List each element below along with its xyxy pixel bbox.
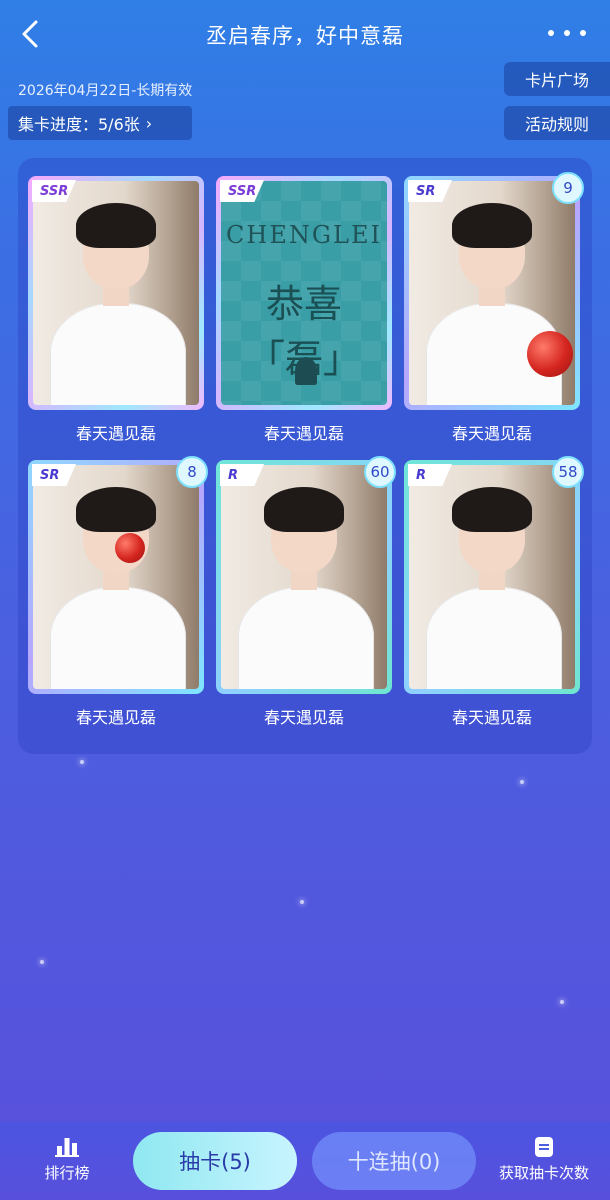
card-label: 春天遇见磊 <box>75 424 156 443</box>
card-count-badge: 9 <box>552 172 584 204</box>
card-count-badge: 58 <box>552 456 584 488</box>
card-item[interactable]: SR 8 <box>28 456 208 694</box>
bell-icon <box>295 357 317 385</box>
card-count-badge: 60 <box>364 456 396 488</box>
card-label: 春天遇见磊 <box>451 708 532 727</box>
ranking-button[interactable]: 排行榜 <box>22 1136 112 1183</box>
draw-ten-button[interactable]: 十连抽(0) <box>312 1132 476 1190</box>
validity-date: 2026年04月22日-长期有效 <box>18 83 193 99</box>
card-photo <box>33 465 199 689</box>
card-collection-panel: SSR 春天遇见磊 CHENGLEI 恭喜「磊」 SSR 春天遇见磊 SR 9 … <box>18 158 592 754</box>
card-item[interactable]: SR 9 <box>404 172 584 410</box>
card-label: 春天遇见磊 <box>451 424 532 443</box>
card-label: 春天遇见磊 <box>263 708 344 727</box>
bar-chart-icon <box>55 1138 79 1157</box>
page-title: 丞启春序，好中意磊 <box>206 24 404 48</box>
card-item[interactable]: R 58 <box>404 456 584 694</box>
card-photo <box>409 181 575 405</box>
card-artwork: CHENGLEI 恭喜「磊」 <box>221 181 387 405</box>
card-photo <box>33 181 199 405</box>
card-label: 春天遇见磊 <box>263 424 344 443</box>
document-icon <box>535 1137 553 1157</box>
chevron-right-icon: › <box>145 113 153 133</box>
draw-button[interactable]: 抽卡(5) <box>133 1132 297 1190</box>
rules-label: 活动规则 <box>524 115 589 134</box>
card-square-button[interactable]: 卡片广场 <box>504 62 610 96</box>
get-draws-label: 获取抽卡次数 <box>498 1164 589 1182</box>
apple-icon <box>115 533 145 563</box>
card-square-label: 卡片广场 <box>524 71 589 90</box>
card-item[interactable]: SSR <box>28 176 204 410</box>
card-item[interactable]: R 60 <box>216 456 396 694</box>
card-brand-text: CHENGLEI <box>226 221 382 249</box>
card-count-badge: 8 <box>176 456 208 488</box>
rules-button[interactable]: 活动规则 <box>504 106 610 140</box>
card-label: 春天遇见磊 <box>75 708 156 727</box>
card-photo <box>221 465 387 689</box>
progress-label: 集卡进度：5/6张 <box>18 115 140 134</box>
more-button[interactable] <box>548 20 588 46</box>
card-photo <box>409 465 575 689</box>
bottom-action-bar: 排行榜 抽卡(5) 十连抽(0) 获取抽卡次数 <box>0 1122 610 1200</box>
card-item[interactable]: CHENGLEI 恭喜「磊」 SSR <box>216 176 392 410</box>
collection-progress-button[interactable]: 集卡进度：5/6张 › <box>8 106 192 140</box>
get-draws-button[interactable]: 获取抽卡次数 <box>490 1136 598 1183</box>
ranking-label: 排行榜 <box>44 1164 90 1182</box>
apple-icon <box>527 331 573 377</box>
